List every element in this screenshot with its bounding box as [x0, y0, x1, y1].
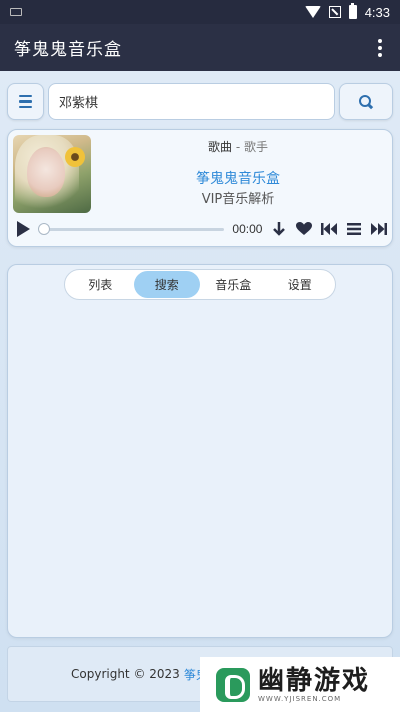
player-controls: 00:00: [17, 219, 388, 239]
tab-bar: 列表 搜索 音乐盒 设置: [64, 269, 336, 300]
more-vert-icon[interactable]: [374, 38, 386, 57]
next-icon[interactable]: [371, 221, 388, 237]
player-app-name[interactable]: 筝鬼鬼音乐盒: [108, 168, 368, 188]
song-info: 歌曲 - 歌手: [108, 138, 368, 155]
progress-bar[interactable]: [38, 222, 225, 235]
heart-icon[interactable]: [296, 221, 313, 237]
keyboard-icon: [10, 8, 22, 16]
album-cover: [13, 135, 91, 213]
tab-list[interactable]: 列表: [67, 271, 134, 298]
app-title: 筝鬼鬼音乐盒: [14, 40, 122, 60]
tab-search[interactable]: 搜索: [133, 271, 200, 298]
app-bar: 筝鬼鬼音乐盒: [0, 24, 400, 71]
play-icon[interactable]: [17, 221, 30, 237]
sim-icon: [328, 6, 341, 18]
battery-icon: [348, 3, 357, 19]
main-panel: 列表 搜索 音乐盒 设置: [7, 264, 393, 638]
watermark-logo-icon: [216, 667, 250, 702]
watermark: 幽静游戏 WWW.YJISREN.COM: [200, 657, 400, 712]
content-area: 邓紫棋 歌曲 - 歌手 筝鬼鬼音乐盒 VIP音乐解析 00:00 列表 搜索 音…: [0, 71, 400, 712]
watermark-brand: 幽静游戏: [258, 665, 371, 696]
wifi-icon: [304, 6, 321, 18]
tab-settings[interactable]: 设置: [267, 271, 334, 298]
menu-button[interactable]: [7, 83, 44, 120]
watermark-domain: WWW.YJISREN.COM: [258, 694, 342, 703]
footer-copyright: Copyright © 2023: [71, 667, 180, 681]
search-button[interactable]: [339, 83, 393, 120]
search-icon: [359, 94, 373, 109]
song-separator: -: [235, 140, 241, 154]
progress-thumb[interactable]: [38, 222, 50, 235]
list-icon[interactable]: [346, 221, 362, 237]
song-title: 歌曲: [207, 140, 232, 154]
current-time: 00:00: [232, 222, 263, 236]
prev-icon[interactable]: [321, 221, 338, 237]
tab-music-box[interactable]: 音乐盒: [200, 271, 267, 298]
menu-icon: [19, 94, 32, 109]
search-input[interactable]: 邓紫棋: [48, 83, 335, 120]
player-card: 歌曲 - 歌手 筝鬼鬼音乐盒 VIP音乐解析 00:00: [7, 129, 393, 247]
status-time: 4:33: [364, 4, 390, 20]
player-subtitle: VIP音乐解析: [201, 192, 275, 207]
download-icon[interactable]: [271, 221, 287, 237]
song-artist: 歌手: [244, 140, 269, 154]
status-bar: 4:33: [0, 0, 400, 24]
